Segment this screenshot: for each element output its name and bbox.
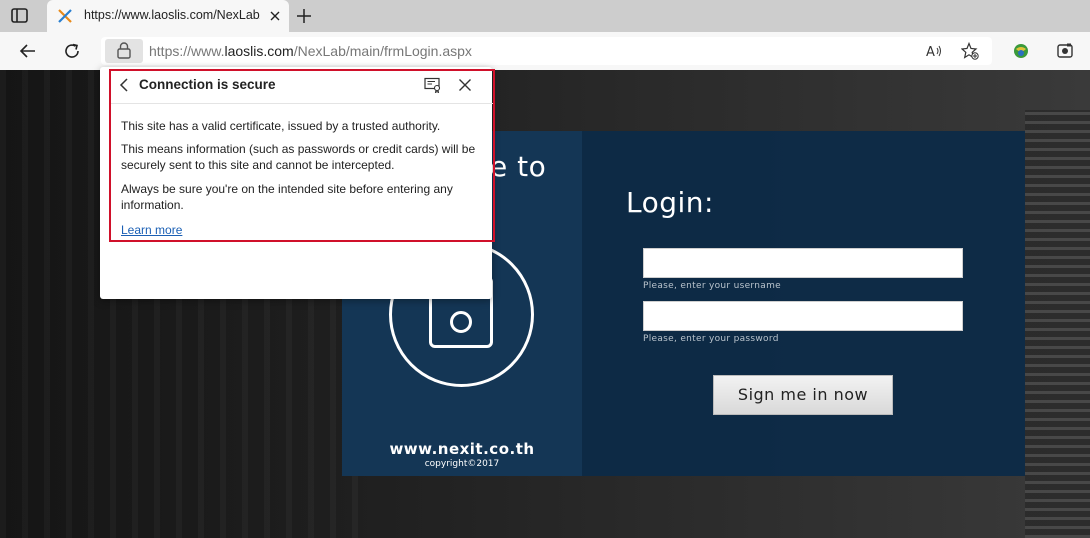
background-traffic-image xyxy=(1025,110,1090,538)
url-prefix: https://www. xyxy=(149,43,225,59)
tab-actions-icon[interactable] xyxy=(10,7,30,25)
site-info-button[interactable] xyxy=(105,39,143,63)
url-path: /NexLab/main/frmLogin.aspx xyxy=(293,43,472,59)
lock-icon xyxy=(117,42,131,59)
tab-bar: https://www.laoslis.com/NexLab/ xyxy=(0,0,1090,32)
nexit-favicon-icon xyxy=(57,8,73,24)
popup-paragraph: This means information (such as password… xyxy=(121,142,476,172)
popup-back-chevron-icon[interactable] xyxy=(118,77,132,93)
popup-title: Connection is secure xyxy=(139,77,276,92)
username-hint: Please, enter your username xyxy=(643,281,781,291)
new-tab-icon[interactable] xyxy=(294,6,314,26)
url-host: laoslis.com xyxy=(224,43,294,59)
extension-camera-icon[interactable] xyxy=(1056,42,1074,60)
username-input[interactable] xyxy=(643,248,963,278)
extension-globe-icon[interactable] xyxy=(1012,42,1030,60)
add-favorite-icon[interactable] xyxy=(960,41,979,60)
tab-close-icon[interactable] xyxy=(266,7,284,25)
tab-title: https://www.laoslis.com/NexLab/ xyxy=(84,8,260,22)
url-text[interactable]: https://www.laoslis.com/NexLab/main/frmL… xyxy=(149,43,472,59)
brand-url: www.nexit.co.th xyxy=(389,440,535,458)
password-hint: Please, enter your password xyxy=(643,334,779,344)
popup-paragraph: Always be sure you're on the intended si… xyxy=(121,182,453,212)
login-title: Login: xyxy=(626,186,714,219)
back-arrow-icon[interactable] xyxy=(18,41,38,61)
popup-paragraph: This site has a valid certificate, issue… xyxy=(121,119,441,133)
certificate-icon[interactable] xyxy=(424,77,442,94)
connection-security-popup: Connection is secure This site has a val… xyxy=(100,67,495,299)
refresh-icon[interactable] xyxy=(62,41,82,61)
sign-in-button[interactable]: Sign me in now xyxy=(713,375,893,415)
address-bar[interactable]: https://www.laoslis.com/NexLab/main/frmL… xyxy=(101,37,992,65)
password-input[interactable] xyxy=(643,301,963,331)
tab-active[interactable]: https://www.laoslis.com/NexLab/ xyxy=(47,0,289,32)
popup-close-icon[interactable] xyxy=(457,77,473,93)
popup-divider xyxy=(111,103,493,104)
camera-lens-icon xyxy=(450,311,472,333)
copyright-text: copyright©2017 xyxy=(424,459,500,469)
learn-more-link[interactable]: Learn more xyxy=(121,223,182,237)
read-aloud-icon[interactable]: A xyxy=(925,42,943,60)
svg-text:A: A xyxy=(926,45,935,60)
welcome-heading: e to xyxy=(490,150,547,183)
navigation-bar: https://www.laoslis.com/NexLab/main/frmL… xyxy=(0,32,1090,70)
